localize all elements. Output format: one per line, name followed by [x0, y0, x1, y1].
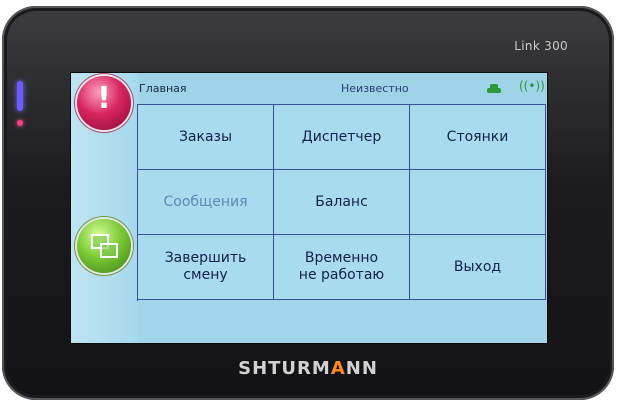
page-title: Главная	[139, 82, 187, 95]
end-shift-label: Завершить смену	[164, 250, 247, 283]
dispatcher-button[interactable]: Диспетчер	[274, 105, 410, 170]
antenna-signal-icon: ((•))	[519, 79, 545, 93]
pink-led-indicator	[17, 120, 23, 126]
navigator-device: Link 300 ! Главная Неизвестно ((•)) Зака…	[2, 6, 614, 400]
exit-button[interactable]: Выход	[410, 235, 546, 300]
model-label: Link 300	[514, 39, 568, 53]
exclamation-icon: !	[97, 81, 111, 116]
temporarily-off-button[interactable]: Временно не работаю	[274, 235, 410, 300]
taxi-car-icon	[487, 84, 501, 94]
bottom-empty-area	[137, 301, 547, 343]
windows-button[interactable]	[77, 219, 131, 273]
temporarily-off-label: Временно не работаю	[298, 250, 385, 283]
messages-button[interactable]: Сообщения	[138, 170, 274, 235]
dispatcher-label: Диспетчер	[301, 128, 382, 145]
touch-screen: ! Главная Неизвестно ((•)) Заказы Диспет…	[70, 72, 548, 344]
empty-menu-cell	[410, 170, 546, 235]
status-bar: Главная Неизвестно ((•))	[139, 73, 547, 103]
stands-button[interactable]: Стоянки	[410, 105, 546, 170]
alert-button[interactable]: !	[77, 76, 131, 130]
balance-button[interactable]: Баланс	[274, 170, 410, 235]
messages-label: Сообщения	[163, 193, 248, 210]
stands-label: Стоянки	[446, 128, 509, 145]
balance-label: Баланс	[315, 193, 368, 210]
connection-status: Неизвестно	[341, 82, 409, 95]
exit-label: Выход	[453, 258, 502, 275]
orders-label: Заказы	[178, 128, 233, 145]
brand-logo: SHTURMANN	[238, 358, 378, 379]
orders-button[interactable]: Заказы	[138, 105, 274, 170]
main-menu-grid: Заказы Диспетчер Стоянки Сообщения Балан…	[137, 104, 546, 301]
blue-led-indicator	[17, 81, 23, 111]
left-sidebar: !	[71, 73, 139, 343]
end-shift-button[interactable]: Завершить смену	[138, 235, 274, 300]
